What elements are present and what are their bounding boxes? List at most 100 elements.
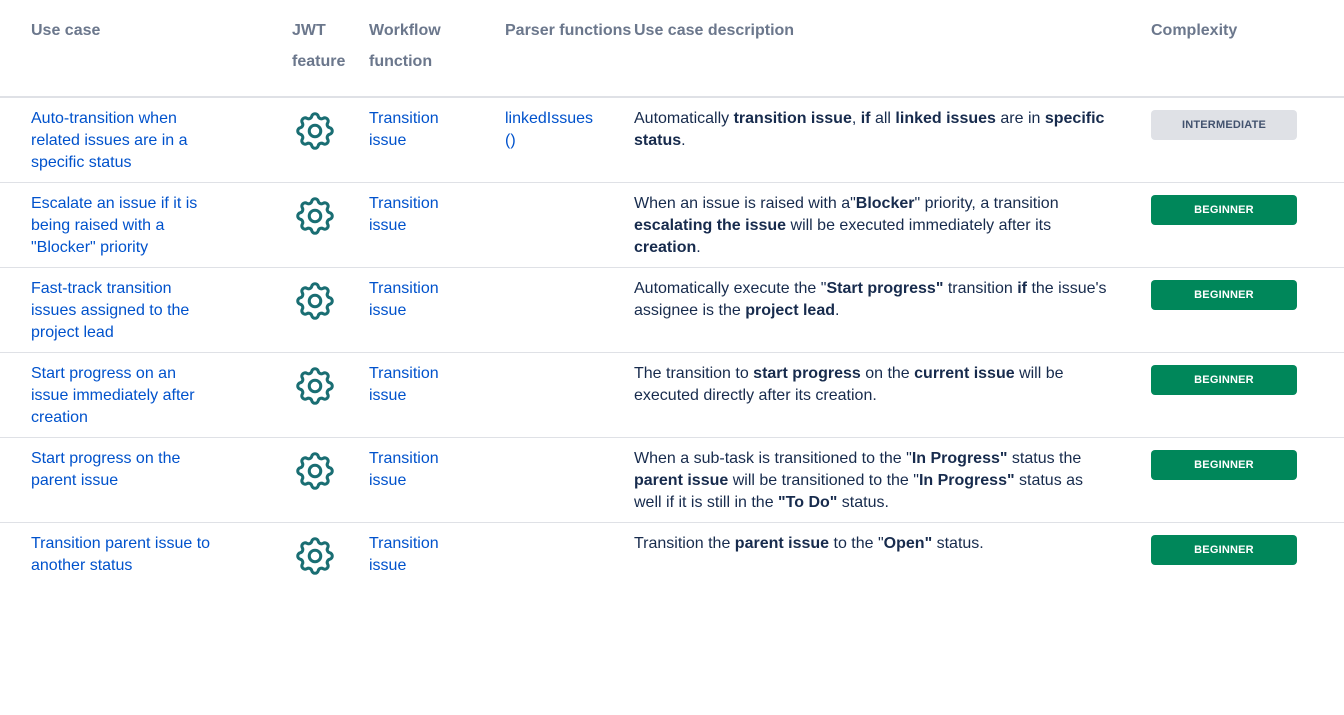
use-case-cell: Fast-track transition issues assigned to…: [0, 267, 259, 353]
gear-icon: [296, 282, 334, 320]
jwt-feature-cell: [259, 267, 369, 353]
use-case-link[interactable]: Fast-track transition issues assigned to…: [31, 278, 217, 344]
header-jwt-feature: JWT feature: [259, 0, 369, 98]
use-case-link[interactable]: Start progress on the parent issue: [31, 448, 217, 492]
use-case-description: When an issue is raised with a"Blocker" …: [634, 193, 1112, 259]
workflow-function-cell: Transition issue: [369, 523, 505, 588]
description-cell: The transition to start progress on the …: [634, 352, 1122, 438]
description-text: are in: [995, 110, 1045, 127]
table-row: Transition parent issue to another statu…: [0, 523, 1344, 588]
description-emphasis: start progress: [753, 365, 861, 382]
header-description: Use case description: [634, 0, 1122, 98]
workflow-function-link[interactable]: Transition issue: [369, 193, 469, 237]
header-complexity: Complexity: [1122, 0, 1344, 98]
use-case-table: Use case JWT feature Workflow function P…: [0, 0, 1344, 587]
description-text: .: [696, 239, 701, 256]
use-case-description: The transition to start progress on the …: [634, 363, 1112, 407]
description-emphasis: Open": [883, 535, 933, 552]
header-use-case: Use case: [0, 0, 259, 98]
description-emphasis: Blocker: [855, 195, 915, 212]
description-text: transition: [943, 280, 1018, 297]
use-case-description: Automatically transition issue, if all l…: [634, 108, 1112, 152]
description-cell: Transition the parent issue to the "Open…: [634, 523, 1122, 588]
use-case-link[interactable]: Escalate an issue if it is being raised …: [31, 193, 217, 259]
use-case-description: When a sub-task is transitioned to the "…: [634, 448, 1112, 514]
workflow-function-cell: Transition issue: [369, 437, 505, 523]
parser-functions-cell: [505, 182, 634, 268]
table-row: Fast-track transition issues assigned to…: [0, 267, 1344, 353]
description-text: all: [870, 110, 896, 127]
use-case-cell: Escalate an issue if it is being raised …: [0, 182, 259, 268]
complexity-badge: BEGINNER: [1151, 450, 1297, 480]
workflow-function-link[interactable]: Transition issue: [369, 533, 469, 577]
workflow-function-link[interactable]: Transition issue: [369, 363, 469, 407]
table-row: Auto-transition when related issues are …: [0, 97, 1344, 183]
jwt-feature-cell: [259, 523, 369, 588]
gear-icon: [296, 452, 334, 490]
complexity-badge: BEGINNER: [1151, 365, 1297, 395]
gear-icon: [296, 112, 334, 150]
workflow-function-cell: Transition issue: [369, 97, 505, 183]
description-text: will be executed immediately after its: [786, 217, 1052, 234]
description-emphasis: project lead: [745, 302, 835, 319]
parser-function-link[interactable]: linkedIssues(): [505, 108, 595, 152]
parser-functions-cell: [505, 437, 634, 523]
description-emphasis: In Progress": [911, 450, 1008, 467]
table-row: Start progress on the parent issue Trans…: [0, 437, 1344, 523]
header-parser-functions: Parser functions: [505, 0, 634, 98]
description-cell: When a sub-task is transitioned to the "…: [634, 437, 1122, 523]
complexity-badge: BEGINNER: [1151, 280, 1297, 310]
description-text: status the: [1007, 450, 1082, 467]
description-emphasis: In Progress": [918, 472, 1015, 489]
description-emphasis: creation: [634, 239, 697, 256]
description-text: ,: [851, 110, 861, 127]
description-cell: When an issue is raised with a"Blocker" …: [634, 182, 1122, 268]
workflow-function-cell: Transition issue: [369, 352, 505, 438]
gear-icon: [296, 197, 334, 235]
description-emphasis: parent issue: [734, 535, 830, 552]
jwt-feature-cell: [259, 437, 369, 523]
jwt-feature-cell: [259, 352, 369, 438]
description-cell: Automatically execute the "Start progres…: [634, 267, 1122, 353]
description-emphasis: current issue: [914, 365, 1015, 382]
description-emphasis: linked issues: [895, 110, 996, 127]
description-emphasis: Start progress": [826, 280, 944, 297]
use-case-cell: Start progress on an issue immediately a…: [0, 352, 259, 438]
description-text: Automatically execute the ": [634, 280, 827, 297]
use-case-link[interactable]: Transition parent issue to another statu…: [31, 533, 217, 577]
description-emphasis: escalating the issue: [634, 217, 787, 234]
parser-functions-cell: [505, 267, 634, 353]
complexity-badge: BEGINNER: [1151, 195, 1297, 225]
complexity-badge: INTERMEDIATE: [1151, 110, 1297, 140]
parser-functions-cell: [505, 352, 634, 438]
complexity-cell: INTERMEDIATE: [1122, 97, 1344, 183]
use-case-cell: Transition parent issue to another statu…: [0, 523, 259, 588]
description-text: Automatically: [634, 110, 734, 127]
complexity-cell: BEGINNER: [1122, 267, 1344, 353]
description-cell: Automatically transition issue, if all l…: [634, 97, 1122, 183]
workflow-function-link[interactable]: Transition issue: [369, 278, 469, 322]
complexity-cell: BEGINNER: [1122, 182, 1344, 268]
workflow-function-link[interactable]: Transition issue: [369, 448, 469, 492]
use-case-link[interactable]: Auto-transition when related issues are …: [31, 108, 217, 174]
use-case-description: Transition the parent issue to the "Open…: [634, 533, 1112, 555]
header-workflow-function: Workflow function: [369, 0, 505, 98]
description-emphasis: parent issue: [634, 472, 729, 489]
complexity-cell: BEGINNER: [1122, 437, 1344, 523]
complexity-badge: BEGINNER: [1151, 535, 1297, 565]
complexity-cell: BEGINNER: [1122, 523, 1344, 588]
workflow-function-link[interactable]: Transition issue: [369, 108, 469, 152]
description-text: When an issue is raised with a": [634, 195, 856, 212]
jwt-feature-cell: [259, 97, 369, 183]
description-text: status.: [932, 535, 984, 552]
workflow-function-cell: Transition issue: [369, 267, 505, 353]
description-emphasis: if: [860, 110, 871, 127]
description-text: status.: [837, 494, 889, 511]
use-case-description: Automatically execute the "Start progres…: [634, 278, 1112, 322]
description-text: will be transitioned to the ": [728, 472, 919, 489]
use-case-link[interactable]: Start progress on an issue immediately a…: [31, 363, 217, 429]
description-emphasis: transition issue: [733, 110, 852, 127]
description-text: to the ": [829, 535, 884, 552]
table-header-row: Use case JWT feature Workflow function P…: [0, 0, 1344, 98]
description-text: on the: [860, 365, 915, 382]
